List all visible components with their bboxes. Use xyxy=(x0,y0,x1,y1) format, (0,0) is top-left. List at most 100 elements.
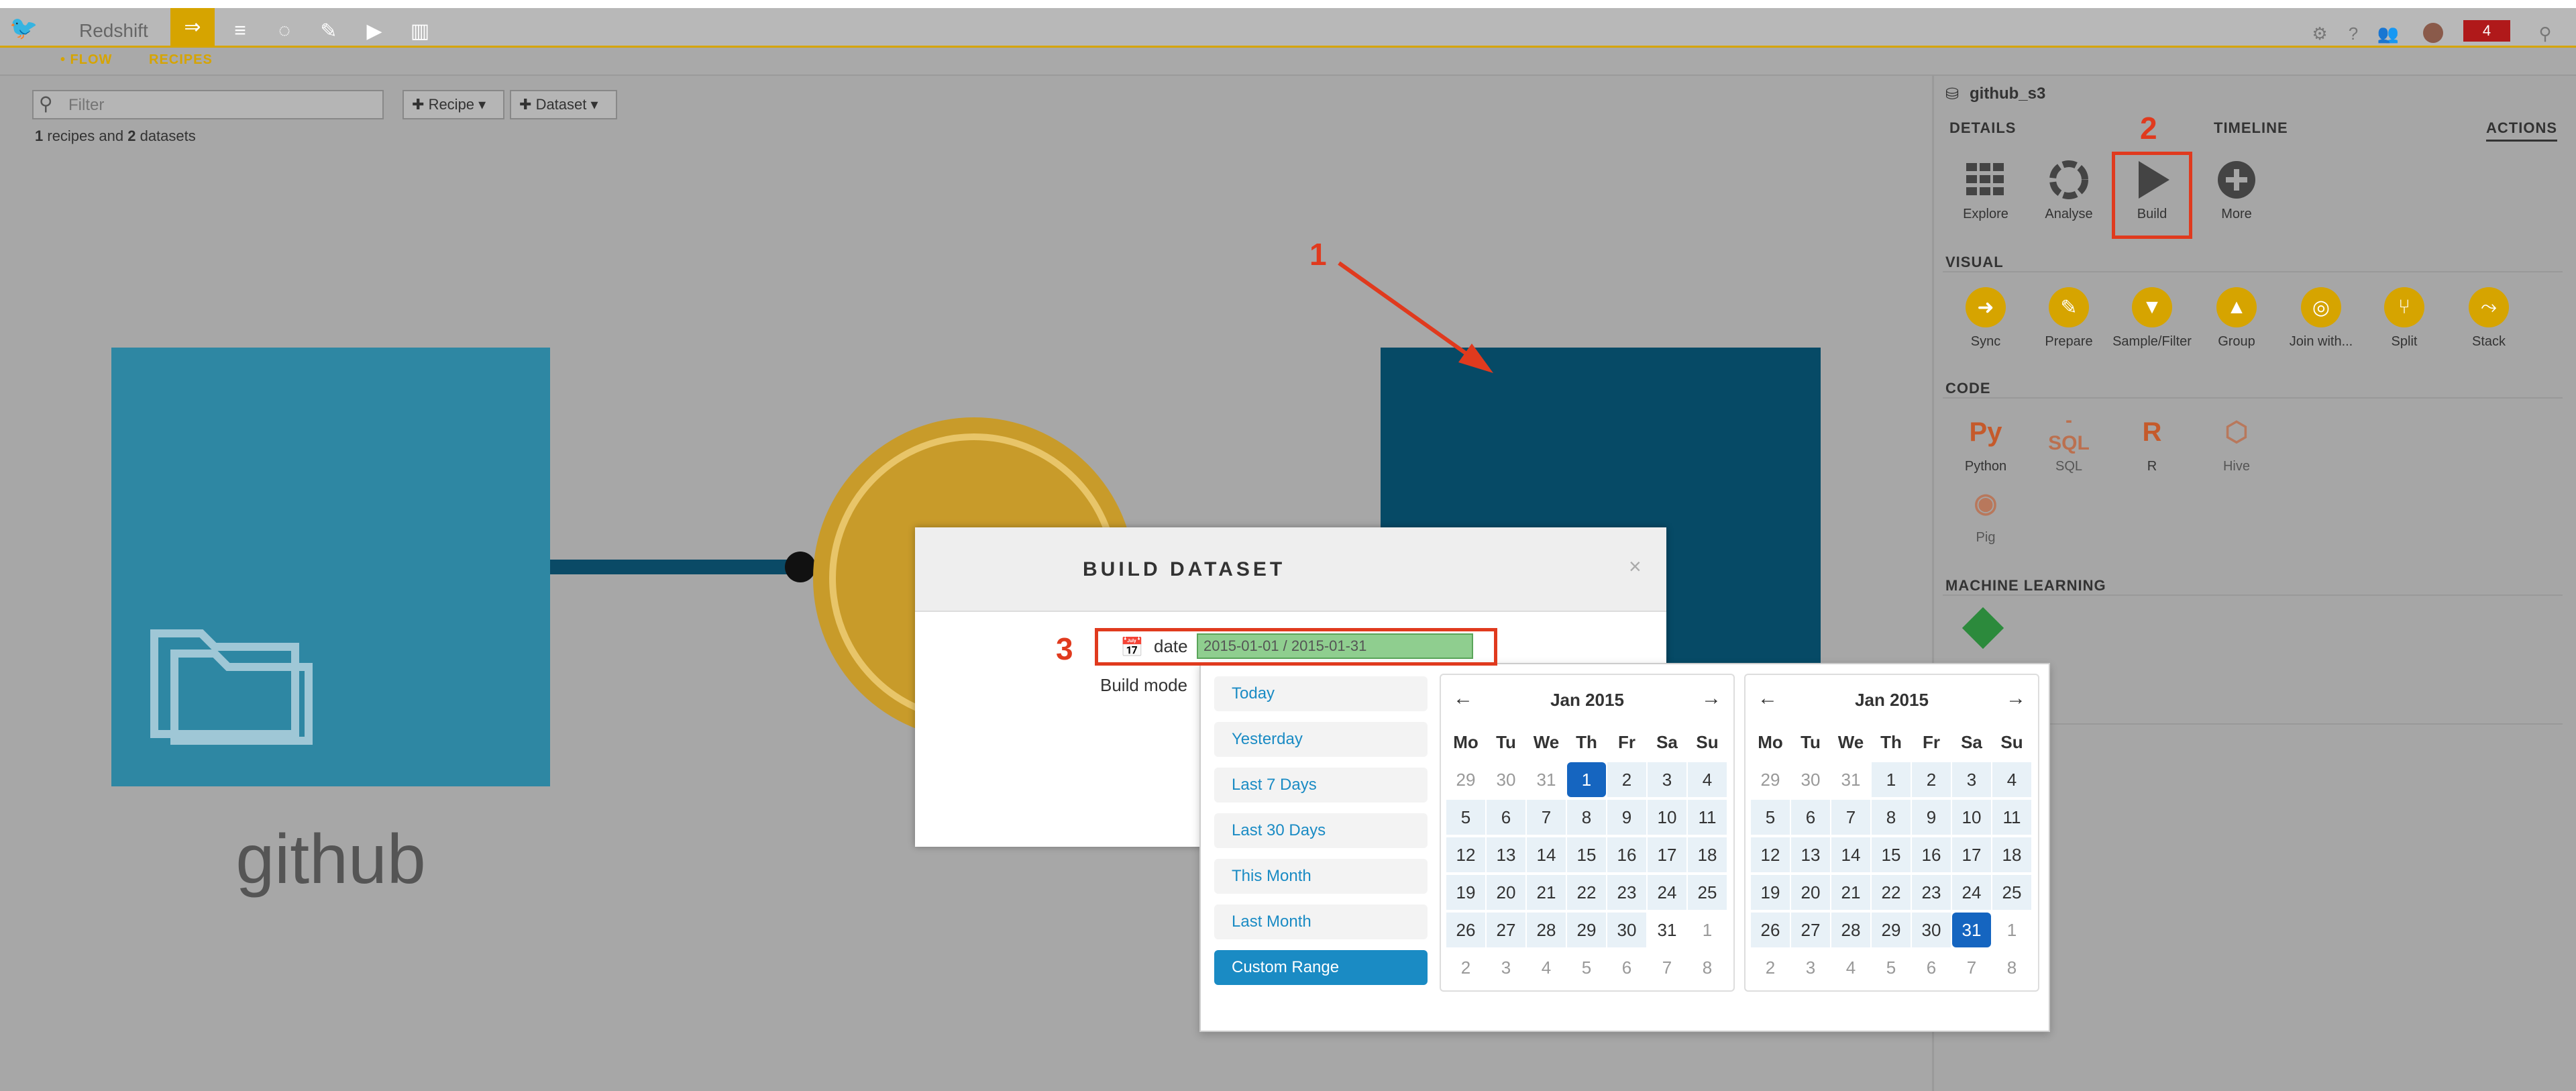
calendar-day[interactable]: 24 xyxy=(1952,875,1991,910)
calendar-day[interactable]: 6 xyxy=(1487,800,1525,835)
calendar-day[interactable]: 2 xyxy=(1446,950,1485,985)
range-last-month[interactable]: Last Month xyxy=(1214,904,1428,939)
calendar-day[interactable]: 7 xyxy=(1527,800,1566,835)
calendar-day[interactable]: 1 xyxy=(1567,762,1606,797)
calendar-day[interactable]: 1 xyxy=(1992,913,2031,947)
tab-actions[interactable]: ACTIONS xyxy=(2486,119,2557,142)
calendar-day[interactable]: 5 xyxy=(1872,950,1911,985)
calendar-day[interactable]: 6 xyxy=(1791,800,1830,835)
calendar-day[interactable]: 30 xyxy=(1791,762,1830,797)
calendar-day[interactable]: 20 xyxy=(1487,875,1525,910)
calendar-day[interactable]: 8 xyxy=(1688,950,1727,985)
calendar-day[interactable]: 10 xyxy=(1952,800,1991,835)
tab-flow[interactable]: • FLOW xyxy=(60,52,112,68)
calendar-day[interactable]: 24 xyxy=(1648,875,1686,910)
calendar-day[interactable]: 29 xyxy=(1872,913,1911,947)
calendar-day[interactable]: 3 xyxy=(1952,762,1991,797)
calendar-day[interactable]: 16 xyxy=(1607,837,1646,872)
tab-details[interactable]: DETAILS xyxy=(1949,119,2016,137)
filter-input[interactable] xyxy=(67,95,378,115)
code-r[interactable]: RR xyxy=(2110,411,2194,474)
visual-join[interactable]: ◎ Join with... xyxy=(2279,286,2363,350)
calendar-day[interactable]: 1 xyxy=(1872,762,1911,797)
calendar-day[interactable]: 31 xyxy=(1831,762,1870,797)
visual-stack[interactable]: ⤳ Stack xyxy=(2447,286,2530,350)
visual-sample-filter[interactable]: ▼ Sample/Filter xyxy=(2110,286,2194,350)
add-recipe-button[interactable]: ✚ Recipe ▾ xyxy=(402,90,504,119)
action-analyse[interactable]: Analyse xyxy=(2027,158,2110,222)
calendar-day[interactable]: 4 xyxy=(1831,950,1870,985)
calendar-day[interactable]: 4 xyxy=(1527,950,1566,985)
dashboards-icon[interactable]: ▥ xyxy=(405,16,435,46)
add-dataset-button[interactable]: ✚ Dataset ▾ xyxy=(510,90,617,119)
code-hive[interactable]: ⬡ Hive xyxy=(2195,411,2278,474)
visual-sync[interactable]: ➜ Sync xyxy=(1944,286,2027,350)
calendar-day[interactable]: 30 xyxy=(1912,913,1951,947)
calendar-day[interactable]: 2 xyxy=(1751,950,1790,985)
range-today[interactable]: Today xyxy=(1214,676,1428,711)
calendar-day[interactable]: 3 xyxy=(1648,762,1686,797)
calendar-day[interactable]: 31 xyxy=(1648,913,1686,947)
calendar-day[interactable]: 13 xyxy=(1791,837,1830,872)
users-icon[interactable]: 👥 xyxy=(2376,21,2400,46)
calendar-day[interactable]: 12 xyxy=(1751,837,1790,872)
calendar-day[interactable]: 14 xyxy=(1831,837,1870,872)
calendar-day[interactable]: 3 xyxy=(1791,950,1830,985)
calendar-day[interactable]: 29 xyxy=(1567,913,1606,947)
calendar-day[interactable]: 22 xyxy=(1872,875,1911,910)
calendar-day[interactable]: 2 xyxy=(1607,762,1646,797)
dataiku-bird-logo[interactable]: 🐦 xyxy=(9,15,38,42)
calendar-day[interactable]: 23 xyxy=(1912,875,1951,910)
calendar-day[interactable]: 21 xyxy=(1527,875,1566,910)
calendar-day[interactable]: 31 xyxy=(1952,913,1991,947)
range-last-7-days[interactable]: Last 7 Days xyxy=(1214,768,1428,802)
calendar-day[interactable]: 5 xyxy=(1567,950,1606,985)
calendar-day[interactable]: 15 xyxy=(1567,837,1606,872)
calendar-day[interactable]: 9 xyxy=(1607,800,1646,835)
range-yesterday[interactable]: Yesterday xyxy=(1214,722,1428,757)
calendar-day[interactable]: 4 xyxy=(1688,762,1727,797)
search-icon[interactable]: ⚲ xyxy=(2533,21,2557,46)
calendar-day[interactable]: 16 xyxy=(1912,837,1951,872)
calendar-day[interactable]: 18 xyxy=(1992,837,2031,872)
calendar-day[interactable]: 4 xyxy=(1992,762,2031,797)
calendar-day[interactable]: 31 xyxy=(1527,762,1566,797)
visual-group[interactable]: ▲ Group xyxy=(2195,286,2278,350)
calendar-day[interactable]: 3 xyxy=(1487,950,1525,985)
tab-recipes[interactable]: RECIPES xyxy=(149,52,213,68)
gear-icon[interactable]: ⚙ xyxy=(2308,21,2332,46)
calendar-day[interactable]: 1 xyxy=(1688,913,1727,947)
calendar-day[interactable]: 20 xyxy=(1791,875,1830,910)
calendar-day[interactable]: 8 xyxy=(1992,950,2031,985)
next-month-arrow-icon[interactable]: → xyxy=(1701,687,1721,710)
calendar-day[interactable]: 17 xyxy=(1648,837,1686,872)
avatar[interactable] xyxy=(2423,23,2443,43)
calendar-day[interactable]: 14 xyxy=(1527,837,1566,872)
next-month-arrow-icon[interactable]: → xyxy=(2006,687,2026,710)
calendar-day[interactable]: 6 xyxy=(1912,950,1951,985)
code-python[interactable]: Py Python xyxy=(1944,411,2027,474)
range-custom[interactable]: Custom Range xyxy=(1214,950,1428,985)
calendar-day[interactable]: 29 xyxy=(1446,762,1485,797)
calendar-day[interactable]: 5 xyxy=(1751,800,1790,835)
recipes-icon[interactable]: ◌ xyxy=(270,16,299,46)
code-pig[interactable]: ◉ Pig xyxy=(1944,482,2027,546)
action-more[interactable]: More xyxy=(2195,158,2278,222)
calendar-day[interactable]: 12 xyxy=(1446,837,1485,872)
calendar-day[interactable]: 9 xyxy=(1912,800,1951,835)
calendar-day[interactable]: 29 xyxy=(1751,762,1790,797)
flow-icon[interactable]: ⇒ xyxy=(170,8,215,46)
calendar-day[interactable]: 19 xyxy=(1751,875,1790,910)
calendar-day[interactable]: 2 xyxy=(1912,762,1951,797)
calendar-day[interactable]: 5 xyxy=(1446,800,1485,835)
calendar-day[interactable]: 6 xyxy=(1607,950,1646,985)
range-last-30-days[interactable]: Last 30 Days xyxy=(1214,813,1428,848)
close-icon[interactable]: × xyxy=(1629,554,1642,579)
calendar-day[interactable]: 23 xyxy=(1607,875,1646,910)
calendar-day[interactable]: 27 xyxy=(1791,913,1830,947)
calendar-day[interactable]: 11 xyxy=(1992,800,2031,835)
calendar-day[interactable]: 26 xyxy=(1446,913,1485,947)
code-sql[interactable]: -SQL SQL xyxy=(2027,409,2110,474)
calendar-day[interactable]: 25 xyxy=(1688,875,1727,910)
dataset-node-github[interactable] xyxy=(111,348,550,786)
